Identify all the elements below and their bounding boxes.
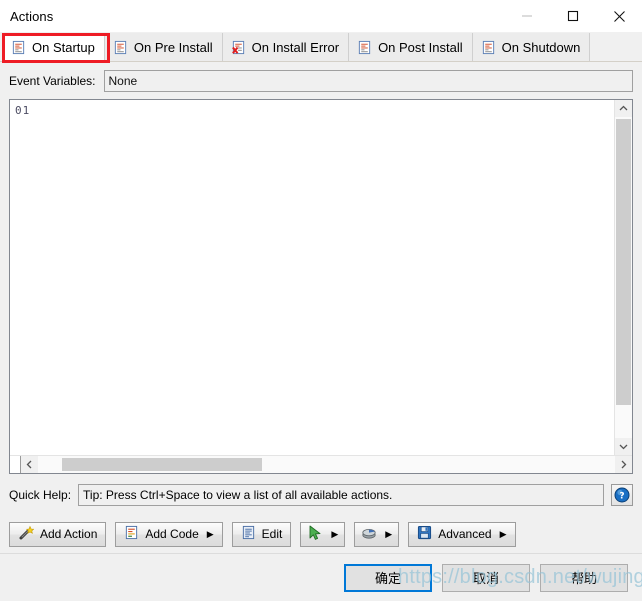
horizontal-scroll-thumb[interactable] xyxy=(62,458,262,471)
tab-content-panel: Event Variables: None 01 Quick Help: Tip… xyxy=(0,62,642,553)
editor-splitter-handle[interactable] xyxy=(10,456,21,473)
code-line-number: 01 xyxy=(15,104,31,117)
document-lines-icon xyxy=(113,40,128,55)
chevron-down-icon xyxy=(619,444,628,450)
horizontal-scroll-track[interactable] xyxy=(38,456,615,473)
button-label: Advanced xyxy=(438,527,492,541)
dialog-footer: 确定 取消 帮助 xyxy=(0,553,642,601)
chevron-left-icon xyxy=(26,460,32,469)
scroll-down-button[interactable] xyxy=(615,438,632,455)
tab-label: On Post Install xyxy=(378,39,463,55)
script-editor-body: 01 xyxy=(10,100,632,455)
event-variables-row: Event Variables: None xyxy=(9,62,633,96)
code-document-icon xyxy=(124,525,139,543)
scroll-left-button[interactable] xyxy=(21,456,38,473)
run-cursor-button[interactable]: ▶ xyxy=(300,521,346,547)
close-button[interactable] xyxy=(596,0,642,32)
editor-vertical-scrollbar[interactable] xyxy=(614,100,632,455)
button-label: Add Action xyxy=(40,527,98,541)
button-label: Edit xyxy=(261,527,283,541)
scroll-right-button[interactable] xyxy=(615,456,632,473)
puck-disc-icon xyxy=(361,525,377,544)
button-label: Add Code xyxy=(145,527,199,541)
chevron-right-icon[interactable]: ▶ xyxy=(500,529,507,539)
maximize-button[interactable] xyxy=(550,0,596,32)
minimize-button[interactable] xyxy=(504,0,550,32)
chevron-right-icon[interactable]: ▶ xyxy=(207,529,214,539)
add-action-button[interactable]: Add Action xyxy=(9,521,107,547)
question-mark-icon: ? xyxy=(614,487,630,503)
scroll-up-button[interactable] xyxy=(615,100,632,117)
help-button[interactable]: ? xyxy=(611,484,633,506)
script-editor: 01 xyxy=(9,99,633,474)
magic-wand-icon xyxy=(18,525,35,544)
document-error-icon xyxy=(231,40,246,55)
close-icon xyxy=(613,10,625,22)
help-dialog-button[interactable]: 帮助 xyxy=(540,563,628,592)
actions-dialog-window: Actions On Startup On Pre Install On Ins… xyxy=(0,0,642,601)
minimize-icon xyxy=(522,15,532,17)
maximize-icon xyxy=(567,10,579,22)
tab-label: On Install Error xyxy=(251,39,340,55)
edit-document-icon xyxy=(241,525,256,543)
action-toolbar: Add Action Add Code ▶ Edit ▶ ▶ Advanced … xyxy=(9,510,633,553)
cancel-button[interactable]: 取消 xyxy=(442,563,530,592)
vertical-scroll-track[interactable] xyxy=(615,117,632,438)
tab-label: On Pre Install xyxy=(133,39,213,55)
svg-text:?: ? xyxy=(619,492,624,502)
quick-help-field: Tip: Press Ctrl+Space to view a list of … xyxy=(78,484,604,506)
quick-help-label: Quick Help: xyxy=(9,488,72,502)
tab-strip: On Startup On Pre Install On Install Err… xyxy=(0,32,642,63)
event-variables-label: Event Variables: xyxy=(9,74,96,88)
tab-on-startup[interactable]: On Startup xyxy=(3,33,105,61)
ok-button[interactable]: 确定 xyxy=(344,563,432,592)
disc-button[interactable]: ▶ xyxy=(354,521,400,547)
chevron-up-icon xyxy=(619,105,628,111)
window-title: Actions xyxy=(10,8,54,24)
add-code-button[interactable]: Add Code ▶ xyxy=(115,521,223,547)
green-cursor-icon xyxy=(307,525,323,544)
tab-on-pre-install[interactable]: On Pre Install xyxy=(104,33,223,61)
vertical-scroll-thumb[interactable] xyxy=(616,119,631,405)
chevron-right-icon xyxy=(621,460,627,469)
tab-on-shutdown[interactable]: On Shutdown xyxy=(472,33,591,61)
tab-label: On Startup xyxy=(32,39,95,55)
edit-button[interactable]: Edit xyxy=(231,521,292,547)
document-lines-icon xyxy=(357,40,372,55)
chevron-right-icon[interactable]: ▶ xyxy=(385,529,392,539)
document-lines-icon xyxy=(11,40,26,55)
advanced-button[interactable]: Advanced ▶ xyxy=(408,521,516,547)
editor-horizontal-scrollbar[interactable] xyxy=(10,455,632,473)
event-variables-field[interactable]: None xyxy=(103,70,633,92)
tab-on-post-install[interactable]: On Post Install xyxy=(349,33,473,61)
title-bar: Actions xyxy=(0,0,642,32)
floppy-save-icon xyxy=(417,525,432,543)
quick-help-row: Quick Help: Tip: Press Ctrl+Space to vie… xyxy=(9,476,633,510)
document-lines-icon xyxy=(481,40,496,55)
tab-on-install-error[interactable]: On Install Error xyxy=(222,33,350,61)
tab-label: On Shutdown xyxy=(501,39,581,55)
script-editor-textarea[interactable]: 01 xyxy=(10,100,614,455)
chevron-right-icon[interactable]: ▶ xyxy=(331,529,338,539)
